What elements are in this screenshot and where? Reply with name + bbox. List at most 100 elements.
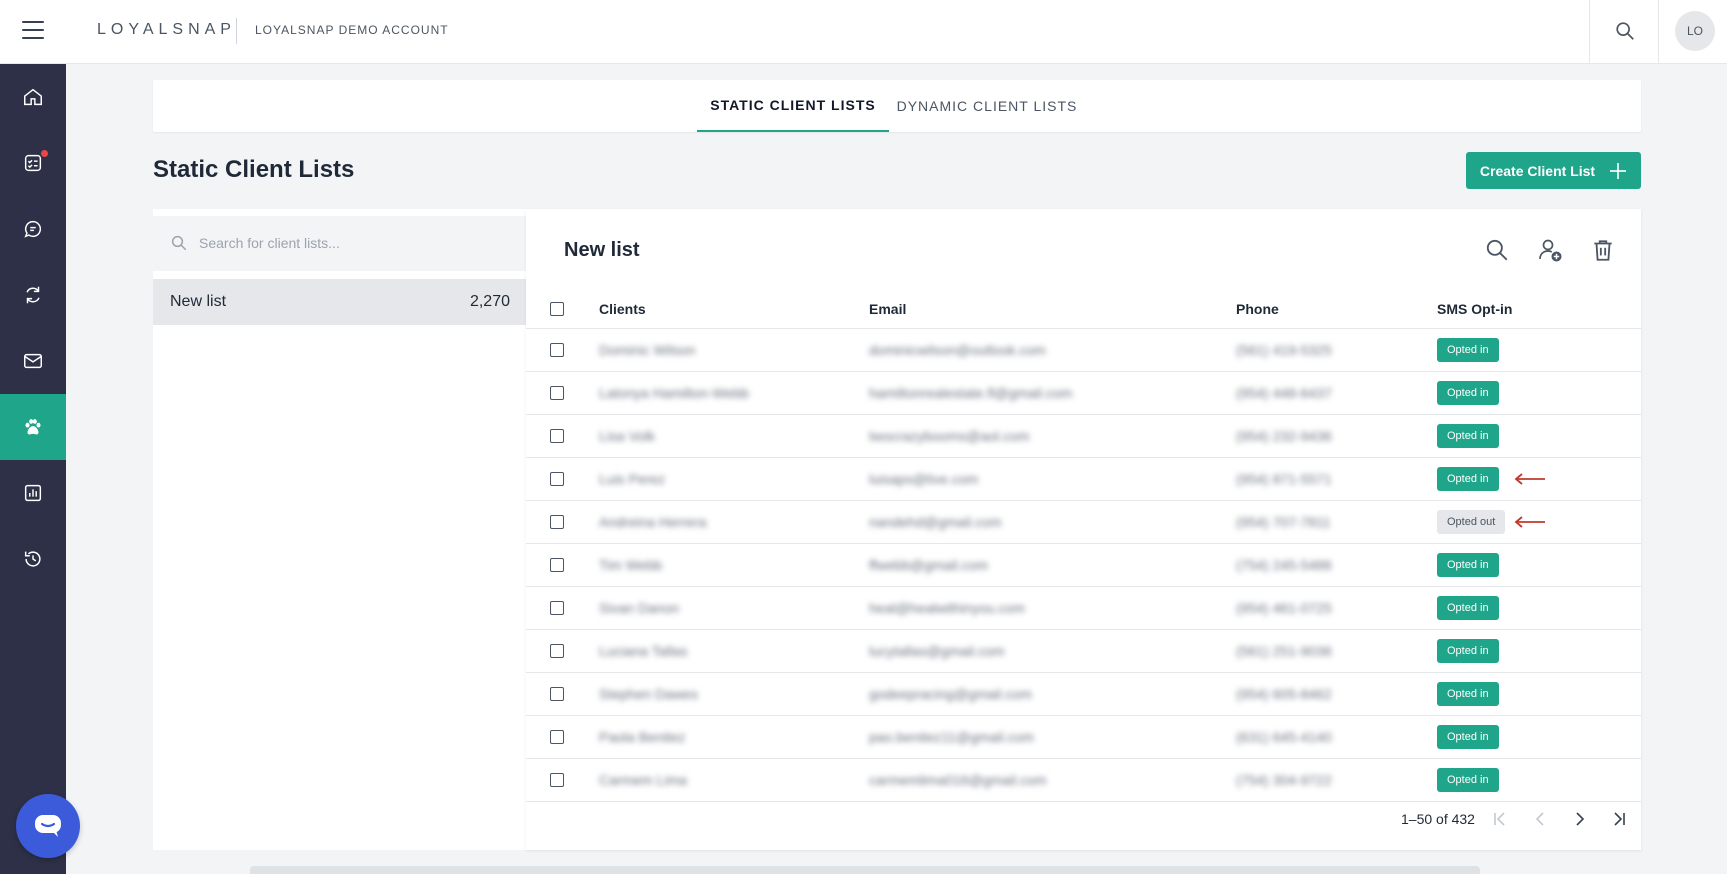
table-row[interactable]: Stephen Dawes godeepracing@gmail.com (954)… xyxy=(526,673,1641,716)
row-checkbox[interactable] xyxy=(550,515,564,529)
row-checkbox[interactable] xyxy=(550,773,564,787)
client-email: hamiltonrealestate.fl@gmail.com xyxy=(869,385,1073,401)
client-email: carmemlima016@gmail.com xyxy=(869,772,1047,788)
client-phone: (954) 232-9436 xyxy=(1236,428,1332,444)
history-icon xyxy=(24,551,41,567)
sidebar-item-clients[interactable] xyxy=(0,394,66,460)
client-name[interactable]: Dominic Wilson xyxy=(599,329,695,371)
row-checkbox[interactable] xyxy=(550,601,564,615)
list-count: 2,270 xyxy=(469,293,510,310)
client-name[interactable]: Latonya Hamilton-Webb xyxy=(599,372,749,414)
list-detail-panel: New list Clients Email Phone SMS Opt-in … xyxy=(526,209,1641,850)
list-search xyxy=(153,216,526,271)
table-row[interactable]: Andreina Herrera nandehd@gmail.com (954) 7… xyxy=(526,501,1641,544)
first-page-icon[interactable] xyxy=(1490,809,1510,829)
last-page-icon[interactable] xyxy=(1609,809,1629,829)
search-icon xyxy=(171,235,187,251)
row-checkbox[interactable] xyxy=(550,429,564,443)
client-name[interactable]: Stephen Dawes xyxy=(599,673,698,715)
client-phone: (954) 871-5571 xyxy=(1236,471,1332,487)
table-row[interactable]: Paola Benitez pao.benitez11@gmail.com (631… xyxy=(526,716,1641,759)
tabs-bar: STATIC CLIENT LISTS DYNAMIC CLIENT LISTS xyxy=(153,80,1641,132)
client-name[interactable]: Paola Benitez xyxy=(599,716,685,758)
tab-static-client-lists[interactable]: STATIC CLIENT LISTS xyxy=(697,80,889,132)
client-phone: (561) 251-9036 xyxy=(1236,643,1332,659)
client-name[interactable]: Sivan Danon xyxy=(599,587,679,629)
search-icon[interactable] xyxy=(1614,20,1636,42)
client-name[interactable]: Carmem Lima xyxy=(599,759,687,801)
client-name[interactable]: Tim Webb xyxy=(599,544,662,586)
client-phone: (754) 304-9722 xyxy=(1236,772,1332,788)
support-chat-button[interactable] xyxy=(16,794,80,858)
list-item[interactable]: New list 2,270 xyxy=(153,279,526,325)
client-lists-panel: New list 2,270 xyxy=(153,209,526,850)
table-header: Clients Email Phone SMS Opt-in xyxy=(526,289,1641,329)
previous-page-icon[interactable] xyxy=(1530,809,1550,829)
row-checkbox[interactable] xyxy=(550,386,564,400)
create-client-list-button[interactable]: Create Client List xyxy=(1466,152,1641,189)
sidebar-item-tasks[interactable] xyxy=(0,130,66,196)
client-name[interactable]: Andreina Herrera xyxy=(599,501,706,543)
table-row[interactable]: Luis Perez luisaps@live.com (954) 871-5571… xyxy=(526,458,1641,501)
client-name[interactable]: Luciana Tallas xyxy=(599,630,687,672)
client-email: dominicwilson@outlook.com xyxy=(869,342,1046,358)
row-checkbox[interactable] xyxy=(550,730,564,744)
client-email: lucytallas@gmail.com xyxy=(869,643,1005,659)
menu-icon[interactable] xyxy=(22,21,44,39)
plus-icon xyxy=(1610,162,1627,179)
sms-status-badge: Opted in xyxy=(1437,596,1499,620)
search-input[interactable] xyxy=(199,226,509,260)
search-icon[interactable] xyxy=(1484,237,1510,263)
column-header-sms-opt-in[interactable]: SMS Opt-in xyxy=(1437,289,1512,328)
divider xyxy=(1589,0,1590,64)
sidebar-item-messages[interactable] xyxy=(0,196,66,262)
client-name[interactable]: Luis Perez xyxy=(599,458,665,500)
tab-dynamic-client-lists[interactable]: DYNAMIC CLIENT LISTS xyxy=(889,80,1085,132)
row-checkbox[interactable] xyxy=(550,558,564,572)
table-row[interactable]: Latonya Hamilton-Webb hamiltonrealestate.… xyxy=(526,372,1641,415)
sidebar-item-email[interactable] xyxy=(0,328,66,394)
client-phone: (631) 645-4140 xyxy=(1236,729,1332,745)
client-phone: (954) 605-8462 xyxy=(1236,686,1332,702)
table-row[interactable]: Dominic Wilson dominicwilson@outlook.com (… xyxy=(526,329,1641,372)
column-header-phone[interactable]: Phone xyxy=(1236,289,1279,328)
column-header-clients[interactable]: Clients xyxy=(599,289,646,328)
left-arrow-icon xyxy=(1514,516,1545,528)
sms-status-badge: Opted in xyxy=(1437,338,1499,362)
column-header-email[interactable]: Email xyxy=(869,289,906,328)
client-name[interactable]: Lisa Volk xyxy=(599,415,655,457)
row-checkbox[interactable] xyxy=(550,472,564,486)
table-row[interactable]: Sivan Danon heal@healwithinyou.com (954) 4… xyxy=(526,587,1641,630)
sidebar-item-reports[interactable] xyxy=(0,460,66,526)
sidebar-item-home[interactable] xyxy=(0,64,66,130)
page-title: Static Client Lists xyxy=(153,156,355,183)
sms-status-badge: Opted in xyxy=(1437,424,1499,448)
table-row[interactable]: Lisa Volk twocrazybooms@aol.com (954) 232-… xyxy=(526,415,1641,458)
brand-logo[interactable]: LOYALSNAP xyxy=(97,21,236,39)
client-email: nandehd@gmail.com xyxy=(869,514,1002,530)
avatar[interactable]: LO xyxy=(1675,11,1715,51)
row-checkbox[interactable] xyxy=(550,644,564,658)
sms-status-badge: Opted in xyxy=(1437,768,1499,792)
left-arrow-icon xyxy=(1514,473,1545,485)
select-all-checkbox[interactable] xyxy=(550,301,564,316)
add-user-icon[interactable] xyxy=(1537,237,1563,263)
client-phone: (754) 245-5486 xyxy=(1236,557,1332,573)
bar-chart-icon xyxy=(24,484,42,502)
table-row[interactable]: Luciana Tallas lucytallas@gmail.com (561) … xyxy=(526,630,1641,673)
row-checkbox[interactable] xyxy=(550,343,564,357)
notification-dot xyxy=(41,150,48,157)
mail-icon xyxy=(24,353,42,369)
client-email: twocrazybooms@aol.com xyxy=(869,428,1030,444)
client-phone: (954) 448-6437 xyxy=(1236,385,1332,401)
trash-icon[interactable] xyxy=(1590,237,1616,263)
sms-status-badge: Opted in xyxy=(1437,639,1499,663)
sidebar-item-history[interactable] xyxy=(0,526,66,592)
next-page-icon[interactable] xyxy=(1570,809,1590,829)
row-checkbox[interactable] xyxy=(550,687,564,701)
client-email: ffwebb@gmail.com xyxy=(869,557,988,573)
client-email: godeepracing@gmail.com xyxy=(869,686,1032,702)
table-row[interactable]: Carmem Lima carmemlima016@gmail.com (754) … xyxy=(526,759,1641,802)
table-row[interactable]: Tim Webb ffwebb@gmail.com (754) 245-5486 Op… xyxy=(526,544,1641,587)
sidebar-item-automations[interactable] xyxy=(0,262,66,328)
